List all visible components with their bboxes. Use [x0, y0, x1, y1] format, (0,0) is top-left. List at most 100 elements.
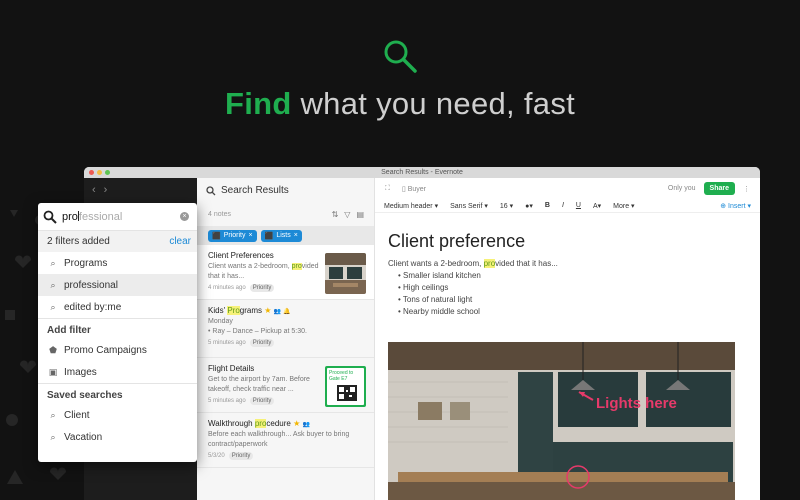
headline: Find what you need, fast — [0, 86, 800, 122]
filter-summary: 2 filters added clear — [38, 231, 197, 252]
filter-images[interactable]: ▣ Images — [38, 361, 197, 383]
shared-icon: 👥 — [302, 422, 310, 428]
note-meta: 5/3/20 Priority — [208, 452, 374, 460]
list-item: High ceilings — [398, 282, 760, 294]
share-button[interactable]: Share — [703, 182, 735, 195]
headline-rest: what you need, fast — [291, 86, 576, 121]
search-icon: ⌕ — [50, 431, 56, 442]
size-dropdown[interactable]: 16 ▾ — [500, 202, 513, 210]
remove-chip-icon[interactable]: × — [294, 232, 298, 239]
search-icon: ⌕ — [50, 301, 56, 312]
autocomplete-suggestion: fessional — [78, 210, 123, 223]
note-title: Walkthrough procedure ★ 👥 — [208, 419, 310, 428]
filter-chip-lists[interactable]: ⬛ Lists × — [260, 229, 302, 242]
note-content[interactable]: Client wants a 2-bedroom, provided that … — [388, 258, 760, 318]
note-count: 4 notes — [208, 211, 231, 218]
filter-icon[interactable]: ▽ — [344, 210, 350, 219]
add-filter-heading: Add filter — [38, 318, 197, 339]
suggestion-edited-by-me[interactable]: ⌕ edited by:me — [38, 296, 197, 318]
window-controls — [89, 170, 110, 175]
note-meta: 5 minutes ago Priority — [208, 339, 374, 347]
list-item: Tons of natural light — [398, 294, 760, 306]
note-snippet: Monday • Ray – Dance – Pickup at 5:30. — [208, 318, 307, 335]
note-tag: Priority — [249, 284, 275, 292]
tag-icon: ⬛ — [212, 232, 221, 240]
bold-button[interactable]: B — [545, 202, 550, 209]
note-snippet: Get to the airport by 7am. Before takeof… — [208, 376, 310, 393]
boarding-pass-thumbnail: Proceed to Gate E7 — [325, 366, 366, 407]
style-dropdown[interactable]: Medium header ▾ — [384, 202, 438, 210]
highlight-button[interactable]: A▾ — [593, 202, 601, 210]
notebook-selector[interactable]: ▯ Buyer — [402, 185, 426, 193]
tag-icon: ⬟ — [49, 344, 57, 355]
note-tag: Priority — [228, 452, 254, 460]
suggestion-programs[interactable]: ⌕ Programs — [38, 252, 197, 274]
forward-arrow-icon[interactable]: › — [104, 184, 116, 196]
note-card[interactable]: Client Preferences Client wants a 2-bedr… — [197, 245, 374, 300]
filter-chip-priority[interactable]: ⬛ Priority × — [208, 229, 257, 242]
italic-button[interactable]: I — [562, 202, 564, 209]
more-dropdown[interactable]: More ▾ — [613, 202, 634, 210]
clear-search-icon[interactable]: × — [180, 212, 189, 221]
bullet-list: Smaller island kitchen High ceilings Ton… — [398, 270, 760, 318]
star-icon: ★ — [293, 419, 301, 428]
image-annotation: Lights here — [596, 395, 677, 412]
note-card[interactable]: Kids' Programs ★ 👥 🔔 Monday • Ray – Dance… — [197, 300, 374, 358]
saved-search-client[interactable]: ⌕ Client — [38, 404, 197, 426]
reminder-icon: 🔔 — [283, 309, 291, 315]
format-toolbar: Medium header ▾ Sans Serif ▾ 16 ▾ ●▾ B I… — [375, 199, 760, 213]
clear-filters-link[interactable]: clear — [169, 236, 191, 247]
title-bar: Search Results - Evernote — [84, 167, 760, 178]
note-list: Search Results 4 notes ⇅ ▽ ▤ ⬛ Priority × … — [197, 178, 375, 500]
note-list-title: Search Results — [221, 185, 289, 196]
insert-button[interactable]: ⊕ Insert ▾ — [720, 202, 751, 210]
search-icon — [206, 185, 216, 195]
back-arrow-icon[interactable]: ‹ — [92, 184, 104, 196]
maximize-button[interactable] — [105, 170, 110, 175]
search-input[interactable]: professional × — [38, 203, 197, 231]
search-icon: ⌕ — [50, 279, 56, 290]
note-card[interactable]: Flight Details Get to the airport by 7am… — [197, 358, 374, 413]
note-title: Kids' Programs ★ 👥 🔔 — [208, 306, 291, 315]
note-title[interactable]: Client preference — [388, 231, 760, 252]
window-title: Search Results - Evernote — [381, 169, 463, 176]
expand-icon[interactable]: ⛶ — [385, 185, 390, 193]
filter-promo-campaigns[interactable]: ⬟ Promo Campaigns — [38, 339, 197, 361]
notebook-icon: ▯ — [401, 185, 406, 193]
note-card[interactable]: Walkthrough procedure ★ 👥 Before each wa… — [197, 413, 374, 468]
minimize-button[interactable] — [97, 170, 102, 175]
more-options-icon[interactable]: ⋮ — [743, 185, 750, 193]
shared-icon: 👥 — [273, 309, 282, 315]
plus-icon: ⊕ — [720, 202, 727, 210]
text-color-icon[interactable]: ●▾ — [525, 202, 533, 210]
search-icon — [384, 40, 417, 73]
list-item: Smaller island kitchen — [398, 270, 760, 282]
note-tag: Priority — [249, 397, 275, 405]
search-icon: ⌕ — [50, 257, 56, 268]
note-snippet: Client wants a 2-bedroom, provided that … — [208, 263, 319, 280]
star-icon: ★ — [264, 306, 272, 315]
search-popup: professional × 2 filters added clear ⌕ Pr… — [38, 203, 197, 462]
filter-chips: ⬛ Priority × ⬛ Lists × — [197, 226, 374, 245]
nav-arrows: ‹› — [92, 184, 115, 196]
underline-button[interactable]: U — [576, 202, 581, 209]
note-snippet: Before each walkthrough... Ask buyer to … — [208, 431, 350, 448]
note-list-subheader: 4 notes ⇅ ▽ ▤ — [197, 196, 374, 219]
close-button[interactable] — [89, 170, 94, 175]
qr-code-icon — [337, 385, 357, 401]
kitchen-thumbnail — [325, 253, 366, 294]
font-dropdown[interactable]: Sans Serif ▾ — [450, 202, 488, 210]
view-options-icon[interactable]: ▤ — [356, 210, 364, 219]
filters-count: 2 filters added — [47, 236, 110, 247]
search-query[interactable]: professional — [62, 210, 180, 223]
suggestion-professional[interactable]: ⌕ professional — [38, 274, 197, 296]
visibility-label: Only you — [667, 185, 696, 192]
list-item: Nearby middle school — [398, 306, 760, 318]
sort-icon[interactable]: ⇅ — [332, 210, 339, 219]
headline-accent: Find — [224, 86, 292, 121]
image-icon: ▣ — [48, 366, 58, 377]
saved-search-vacation[interactable]: ⌕ Vacation — [38, 426, 197, 448]
saved-searches-heading: Saved searches — [38, 383, 197, 404]
remove-chip-icon[interactable]: × — [249, 232, 253, 239]
note-editor: ⛶ ▯ Buyer Only you Share ⋮ Medium header… — [375, 178, 760, 500]
